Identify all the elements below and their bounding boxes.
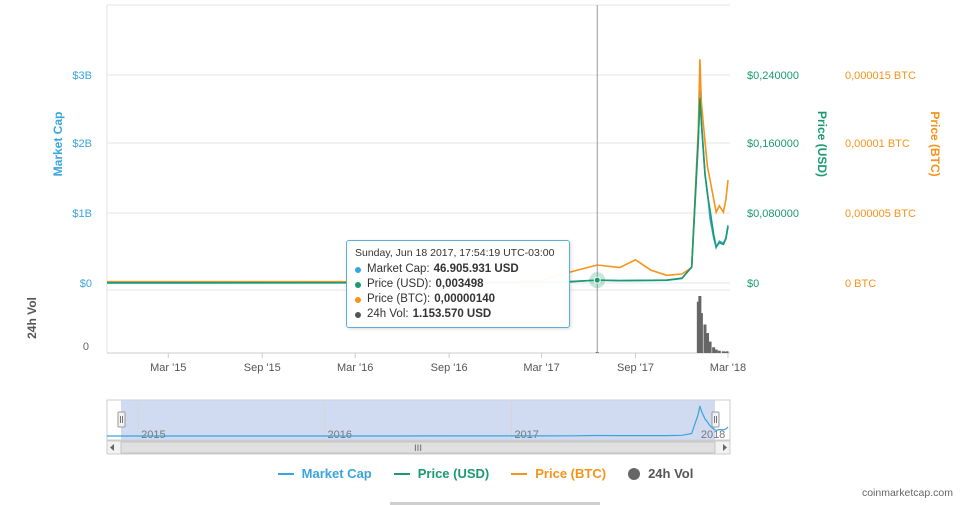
x-tick-label: Mar '16 (337, 362, 373, 374)
chart-legend: Market Cap Price (USD) Price (BTC) 24h V… (0, 466, 971, 481)
market-cap-axis: $0 $1B $2B $3B Market Cap (51, 70, 92, 290)
x-tick-label: Sep '15 (244, 362, 281, 374)
volume-bar (706, 333, 710, 353)
navigator-tick-label: 2015 (141, 429, 165, 441)
price-usd-dot-icon (355, 281, 361, 288)
price-usd-tick-label: $0,080000 (747, 208, 799, 220)
volume-tick-label: 0 (83, 341, 89, 353)
tooltip-label: Market Cap: (367, 263, 430, 275)
tooltip-row-price-btc: Price (BTC): 0,00000140 (355, 292, 561, 307)
volume-bar (714, 349, 718, 353)
price-btc-tick-label: 0,00001 BTC (845, 138, 910, 150)
scrollbar-grip-icon: III (414, 444, 422, 454)
price-btc-line-icon (511, 472, 528, 475)
hover-tooltip: Sunday, Jun 18 2017, 17:54:19 UTC-03:00 … (346, 240, 570, 328)
price-usd-tick-label: $0,240000 (747, 70, 799, 82)
legend-item-market-cap[interactable]: Market Cap (277, 466, 372, 481)
legend-label: Price (BTC) (535, 466, 607, 481)
tooltip-row-market-cap: Market Cap: 46.905.931 USD (355, 262, 561, 277)
price-usd-axis-title: Price (USD) (815, 111, 829, 177)
legend-item-volume[interactable]: 24h Vol (628, 466, 693, 481)
volume-dot-icon (355, 311, 361, 318)
tooltip-row-volume: 24h Vol: 1.153.570 USD (355, 307, 561, 322)
market-cap-tick-label: $2B (72, 138, 92, 150)
crosshair (589, 5, 606, 353)
tooltip-row-price-usd: Price (USD): 0,003498 (355, 277, 561, 292)
volume-bar (725, 351, 729, 353)
tooltip-label: 24h Vol: (367, 308, 409, 320)
legend-item-price-usd[interactable]: Price (USD) (393, 466, 490, 481)
navigator-tick-label: 2017 (514, 429, 538, 441)
market-cap-tick-label: $0 (80, 278, 92, 290)
market-cap-axis-title: Market Cap (51, 112, 65, 177)
tooltip-value: 46.905.931 USD (433, 263, 519, 275)
market-cap-line-icon (277, 472, 294, 475)
market-cap-tick-label: $1B (72, 208, 92, 220)
x-tick-label: Sep '17 (617, 362, 654, 374)
legend-label: Price (USD) (417, 466, 490, 481)
price-usd-axis: $0 $0,080000 $0,160000 $0,240000 Price (USD) (747, 70, 829, 290)
price-btc-axis-title: Price (BTC) (928, 111, 942, 176)
x-axis: Mar '15 Sep '15 Mar '16 Sep '16 Mar '17 Sep '… (150, 353, 746, 374)
navigator-right-handle (711, 411, 720, 428)
navigator-selection (121, 400, 715, 440)
tooltip-label: Price (BTC): (367, 293, 431, 305)
range-navigator: 2015 2016 2017 2018 III (106, 399, 731, 505)
tooltip-value: 0,003498 (435, 278, 484, 290)
price-btc-tick-label: 0,000005 BTC (845, 208, 916, 220)
x-tick-label: Mar '18 (710, 362, 746, 374)
hover-point (593, 276, 601, 284)
volume-bar (699, 313, 703, 353)
credit-link[interactable]: coinmarketcap.com (862, 487, 953, 499)
price-btc-tick-label: 0,000015 BTC (845, 70, 916, 82)
price-btc-dot-icon (355, 296, 361, 303)
market-cap-tick-label: $3B (72, 70, 92, 82)
legend-item-price-btc[interactable]: Price (BTC) (511, 466, 606, 481)
volume-bar (721, 351, 725, 353)
navigator-tick-label: 2018 (701, 429, 725, 441)
volume-bar (717, 350, 721, 353)
tooltip-label: Price (USD): (367, 278, 432, 290)
volume-dot-icon (628, 467, 641, 480)
volume-axis: 0 24h Vol (25, 297, 89, 353)
x-tick-label: Mar '15 (150, 362, 186, 374)
volume-bar (708, 341, 712, 353)
market-cap-dot-icon (355, 266, 361, 273)
volume-bar (703, 324, 707, 353)
price-usd-tick-label: $0,160000 (747, 138, 799, 150)
navigator-left-handle (117, 411, 126, 428)
x-tick-label: Sep '16 (431, 362, 468, 374)
x-tick-label: Mar '17 (523, 362, 559, 374)
navigator-tick-label: 2016 (328, 429, 352, 441)
legend-label: 24h Vol (648, 466, 694, 481)
tooltip-value: 0,00000140 (434, 293, 496, 305)
tooltip-date: Sunday, Jun 18 2017, 17:54:19 UTC-03:00 (355, 247, 555, 259)
legend-label: Market Cap (301, 466, 372, 481)
volume-bar (712, 347, 716, 353)
price-btc-tick-label: 0 BTC (845, 278, 876, 290)
price-usd-tick-label: $0 (747, 278, 759, 290)
volume-axis-title: 24h Vol (25, 297, 39, 339)
price-usd-line-icon (393, 472, 410, 475)
volume-bars (595, 296, 729, 353)
tooltip-value: 1.153.570 USD (412, 308, 492, 320)
price-btc-axis: 0 BTC 0,000005 BTC 0,00001 BTC 0,000015 BTC… (845, 70, 942, 290)
